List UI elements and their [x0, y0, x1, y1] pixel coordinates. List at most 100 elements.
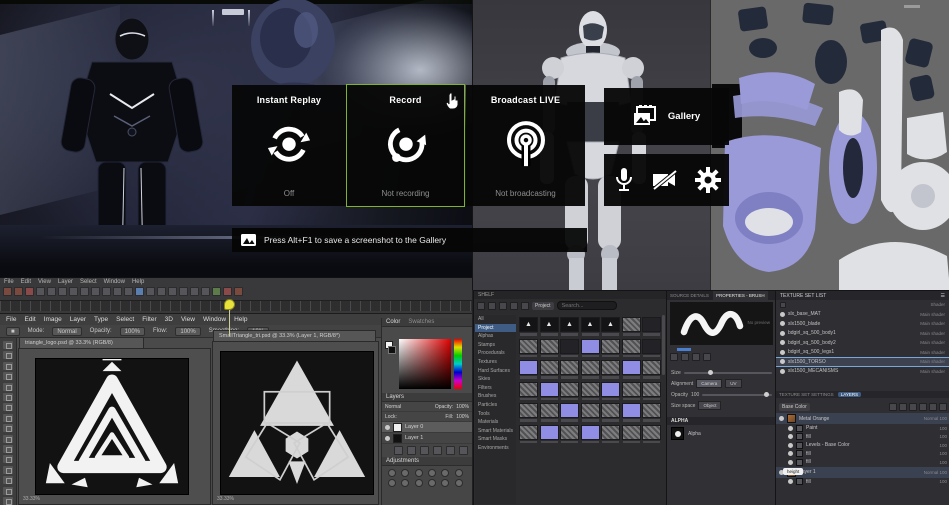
timeline-ruler[interactable] [0, 300, 472, 311]
toolbar-icon-5[interactable] [58, 287, 67, 296]
shelf-category-materials[interactable]: Materials [475, 418, 516, 427]
gallery-button[interactable]: Gallery [604, 88, 729, 145]
texture-set-row[interactable]: bdgirl_sq_500_legs1 Main shader [776, 348, 949, 358]
menu-file[interactable]: File [6, 316, 16, 323]
type-tool-icon[interactable] [3, 465, 13, 474]
menu-3d[interactable]: 3D [165, 316, 173, 323]
heal-tool-icon[interactable] [3, 403, 13, 412]
shelf-thumbnail-4-1[interactable] [539, 403, 559, 423]
grid-view-icon[interactable] [488, 301, 496, 310]
visibility-eye-icon[interactable] [788, 434, 793, 440]
toolbar-icon-4[interactable] [47, 287, 56, 296]
shelf-thumbnail-2-5[interactable] [621, 360, 641, 380]
add-group-icon[interactable] [909, 403, 917, 411]
shelf-thumbnail-4-5[interactable] [621, 403, 641, 423]
layer-row-0[interactable]: Layer 0 [382, 422, 472, 433]
visibility-eye-icon[interactable] [788, 425, 793, 431]
toolbar-icon-8[interactable] [91, 287, 100, 296]
toolbar-icon-9[interactable] [102, 287, 111, 296]
visibility-eye-icon[interactable] [780, 330, 785, 336]
shelf-category-procedurals[interactable]: Procedurals [475, 349, 516, 358]
shelf-thumbnail-0-6[interactable] [642, 317, 661, 337]
shelf-thumbnail-5-6[interactable] [642, 424, 661, 445]
shelf-category-alphas[interactable]: Alphas [475, 332, 516, 341]
layer-row-1[interactable]: Layer 1 [382, 433, 472, 444]
toolbar-icon-13[interactable] [146, 287, 155, 296]
toolbar-icon-2[interactable] [25, 287, 34, 296]
wand-tool-icon[interactable] [3, 372, 13, 381]
toolbar-icon-17[interactable] [190, 287, 199, 296]
document-area-2[interactable]: 33.33% [212, 341, 379, 505]
shelf-thumbnail-3-5[interactable] [621, 381, 641, 402]
zoom-tool-icon[interactable] [3, 497, 13, 505]
shelf-category-brushes[interactable]: Brushes [475, 392, 516, 401]
hand-tool-icon[interactable] [3, 486, 13, 495]
shelf-thumbnail-2-1[interactable] [539, 360, 559, 380]
shelf-category-textures[interactable]: Textures [475, 358, 516, 367]
adjustment-icon-7[interactable] [401, 479, 410, 487]
tool-preset-chip[interactable]: ■ [6, 326, 20, 336]
shelf-category-project[interactable]: Project [475, 323, 516, 333]
shelf-search-input[interactable] [556, 301, 617, 310]
stencil-icon[interactable] [703, 353, 711, 361]
shelf-category-stamps[interactable]: Stamps [475, 341, 516, 350]
toolbar-icon-12[interactable] [135, 287, 144, 296]
saturation-box[interactable] [399, 339, 451, 389]
shelf-thumbnail-4-6[interactable] [642, 403, 661, 423]
tab-texture-set-settings[interactable]: TEXTURE SET SETTINGS [779, 392, 834, 397]
brush-icon[interactable] [670, 353, 678, 361]
shelf-thumbnail-2-2[interactable] [560, 360, 579, 380]
adjustment-icon-0[interactable] [388, 469, 396, 477]
menu-help[interactable]: Help [234, 316, 247, 323]
menu-window[interactable]: Window [104, 279, 125, 285]
shelf-thumbnail-4-0[interactable] [519, 403, 538, 423]
alignment-uv[interactable]: UV [725, 379, 742, 388]
shelf-category-filters[interactable]: Filters [475, 384, 516, 393]
toolbar-icon-3[interactable] [36, 287, 45, 296]
shelf-thumbnail-1-6[interactable] [642, 338, 661, 359]
new-layer-icon[interactable] [446, 446, 455, 455]
shelf-thumbnail-4-4[interactable] [601, 403, 620, 423]
shelf-thumbnail-3-1[interactable] [539, 381, 559, 402]
hue-strip[interactable] [454, 339, 462, 389]
shelf-thumbnail-1-3[interactable] [580, 338, 600, 359]
instant-replay-tile[interactable]: Instant Replay Off [232, 85, 346, 206]
texture-set-row[interactable]: slx1500_MECANISMS Main shader [776, 367, 949, 377]
shelf-thumbnail-5-3[interactable] [580, 424, 600, 445]
timeline-playhead[interactable] [224, 299, 235, 336]
shelf-thumbnail-0-2[interactable]: ▲ [560, 317, 579, 337]
shelf-thumbnail-0-5[interactable] [621, 317, 641, 337]
layer-row[interactable]: fill 100 [776, 450, 949, 459]
menu-burger-icon[interactable]: ☰ [941, 293, 945, 299]
shelf-thumbnail-1-2[interactable] [560, 338, 579, 359]
shelf-thumbnail-0-1[interactable]: ▲ [539, 317, 559, 337]
visibility-eye-icon[interactable] [788, 451, 793, 457]
adjustment-icon-5[interactable] [454, 469, 463, 477]
menu-help[interactable]: Help [132, 279, 144, 285]
menu-window[interactable]: Window [203, 316, 226, 323]
texture-set-row[interactable]: slx1500_blade Main shader [776, 319, 949, 329]
delete-layer-icon[interactable] [459, 446, 468, 455]
shelf-thumbnail-2-6[interactable] [642, 360, 661, 380]
shelf-thumbnail-3-3[interactable] [580, 381, 600, 402]
shelf-category-environments[interactable]: Environments [475, 444, 516, 453]
visibility-eye-icon[interactable] [780, 321, 785, 327]
layer-mask-icon[interactable] [420, 446, 429, 455]
toolbar-icon-20[interactable] [223, 287, 232, 296]
shelf-thumbnail-1-1[interactable] [539, 338, 559, 359]
adjustment-icon-9[interactable] [427, 479, 436, 487]
channel-select[interactable]: Base Color [779, 403, 810, 411]
adjustment-icon-6[interactable] [388, 479, 396, 487]
size-slider[interactable] [683, 369, 772, 375]
toolbar-icon-11[interactable] [124, 287, 133, 296]
alpha-thumbnail[interactable] [671, 427, 684, 440]
stamp-tool-icon[interactable] [3, 424, 13, 433]
add-fill-icon[interactable] [899, 403, 907, 411]
shelf-thumbnail-4-3[interactable] [580, 403, 600, 423]
menu-file[interactable]: File [4, 279, 14, 285]
shelf-thumbnail-5-5[interactable] [621, 424, 641, 445]
toolbar-icon-21[interactable] [234, 287, 243, 296]
toolbar-icon-0[interactable] [3, 287, 12, 296]
add-effect-icon[interactable] [929, 403, 937, 411]
zoom-readout-2[interactable]: 33.33% [217, 496, 234, 502]
